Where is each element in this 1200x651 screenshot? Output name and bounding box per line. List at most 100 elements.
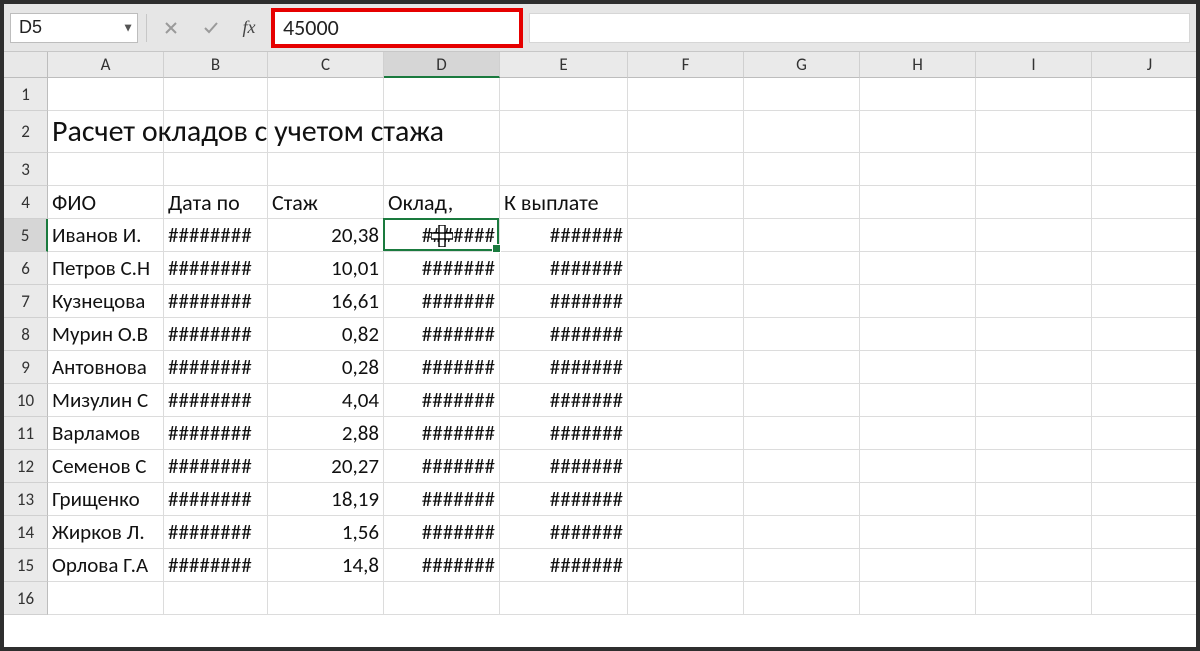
cell-C8[interactable]: 0,82	[268, 318, 384, 351]
column-header-J[interactable]: J	[1092, 52, 1196, 78]
cell-A1[interactable]	[48, 78, 164, 111]
cell-A7[interactable]: Кузнецова	[48, 285, 164, 318]
cell-H9[interactable]	[860, 351, 976, 384]
cell-C1[interactable]	[268, 78, 384, 111]
cell-C7[interactable]: 16,61	[268, 285, 384, 318]
cell-J10[interactable]	[1092, 384, 1196, 417]
column-header-G[interactable]: G	[744, 52, 860, 78]
cell-J7[interactable]	[1092, 285, 1196, 318]
cell-E16[interactable]	[500, 582, 628, 615]
cell-D8[interactable]: #######	[384, 318, 500, 351]
row-header-6[interactable]: 6	[4, 252, 48, 285]
cell-F14[interactable]	[628, 516, 744, 549]
column-header-H[interactable]: H	[860, 52, 976, 78]
cell-E2[interactable]	[500, 111, 628, 153]
cells-grid[interactable]: Расчет окладов с учетом стажаФИОДата поС…	[48, 78, 1196, 615]
cell-D1[interactable]	[384, 78, 500, 111]
cell-D10[interactable]: #######	[384, 384, 500, 417]
cell-E9[interactable]: #######	[500, 351, 628, 384]
cell-G12[interactable]	[744, 450, 860, 483]
column-header-A[interactable]: A	[48, 52, 164, 78]
cell-A13[interactable]: Грищенко	[48, 483, 164, 516]
cell-B1[interactable]	[164, 78, 268, 111]
name-box-input[interactable]	[10, 13, 138, 43]
cell-J3[interactable]	[1092, 153, 1196, 186]
cell-B11[interactable]: ########	[164, 417, 268, 450]
cell-G14[interactable]	[744, 516, 860, 549]
cell-C10[interactable]: 4,04	[268, 384, 384, 417]
cell-B6[interactable]: ########	[164, 252, 268, 285]
cell-C5[interactable]: 20,38	[268, 219, 384, 252]
cell-J8[interactable]	[1092, 318, 1196, 351]
cell-G3[interactable]	[744, 153, 860, 186]
cell-J13[interactable]	[1092, 483, 1196, 516]
cell-B16[interactable]	[164, 582, 268, 615]
confirm-edit-button[interactable]	[195, 13, 227, 43]
row-header-4[interactable]: 4	[4, 186, 48, 219]
cell-C14[interactable]: 1,56	[268, 516, 384, 549]
row-header-7[interactable]: 7	[4, 285, 48, 318]
cell-A16[interactable]	[48, 582, 164, 615]
cell-I14[interactable]	[976, 516, 1092, 549]
cell-C4[interactable]: Стаж	[268, 186, 384, 219]
cell-G9[interactable]	[744, 351, 860, 384]
cell-E10[interactable]: #######	[500, 384, 628, 417]
cell-A5[interactable]: Иванов И.	[48, 219, 164, 252]
cell-D11[interactable]: #######	[384, 417, 500, 450]
column-header-F[interactable]: F	[628, 52, 744, 78]
cell-A6[interactable]: Петров С.Н	[48, 252, 164, 285]
cell-E14[interactable]: #######	[500, 516, 628, 549]
cell-H15[interactable]	[860, 549, 976, 582]
cell-I16[interactable]	[976, 582, 1092, 615]
cell-I9[interactable]	[976, 351, 1092, 384]
fx-icon[interactable]: fx	[235, 13, 263, 43]
cell-I6[interactable]	[976, 252, 1092, 285]
cell-H1[interactable]	[860, 78, 976, 111]
cell-E13[interactable]: #######	[500, 483, 628, 516]
cell-A11[interactable]: Варламов	[48, 417, 164, 450]
formula-input-rest[interactable]	[529, 13, 1190, 43]
cell-G4[interactable]	[744, 186, 860, 219]
row-header-5[interactable]: 5	[4, 219, 48, 252]
cell-I8[interactable]	[976, 318, 1092, 351]
cell-D13[interactable]: #######	[384, 483, 500, 516]
row-header-13[interactable]: 13	[4, 483, 48, 516]
cell-B3[interactable]	[164, 153, 268, 186]
cell-I2[interactable]	[976, 111, 1092, 153]
cell-A3[interactable]	[48, 153, 164, 186]
column-header-I[interactable]: I	[976, 52, 1092, 78]
cell-E6[interactable]: #######	[500, 252, 628, 285]
cell-H8[interactable]	[860, 318, 976, 351]
cell-G2[interactable]	[744, 111, 860, 153]
cell-B5[interactable]: ########	[164, 219, 268, 252]
cell-G7[interactable]	[744, 285, 860, 318]
cell-I7[interactable]	[976, 285, 1092, 318]
cell-C13[interactable]: 18,19	[268, 483, 384, 516]
cell-H7[interactable]	[860, 285, 976, 318]
cell-J12[interactable]	[1092, 450, 1196, 483]
cell-I4[interactable]	[976, 186, 1092, 219]
cell-H3[interactable]	[860, 153, 976, 186]
cell-C12[interactable]: 20,27	[268, 450, 384, 483]
row-header-10[interactable]: 10	[4, 384, 48, 417]
cell-A10[interactable]: Мизулин С	[48, 384, 164, 417]
row-header-16[interactable]: 16	[4, 582, 48, 615]
cell-I13[interactable]	[976, 483, 1092, 516]
cell-E12[interactable]: #######	[500, 450, 628, 483]
cell-I5[interactable]	[976, 219, 1092, 252]
cell-G16[interactable]	[744, 582, 860, 615]
cell-J16[interactable]	[1092, 582, 1196, 615]
cell-I11[interactable]	[976, 417, 1092, 450]
column-header-C[interactable]: C	[268, 52, 384, 78]
cell-G10[interactable]	[744, 384, 860, 417]
cell-F13[interactable]	[628, 483, 744, 516]
cell-H10[interactable]	[860, 384, 976, 417]
cell-G11[interactable]	[744, 417, 860, 450]
cell-E1[interactable]	[500, 78, 628, 111]
cell-F16[interactable]	[628, 582, 744, 615]
cell-E5[interactable]: #######	[500, 219, 628, 252]
cell-B13[interactable]: ########	[164, 483, 268, 516]
row-header-12[interactable]: 12	[4, 450, 48, 483]
cell-F4[interactable]	[628, 186, 744, 219]
cell-G1[interactable]	[744, 78, 860, 111]
